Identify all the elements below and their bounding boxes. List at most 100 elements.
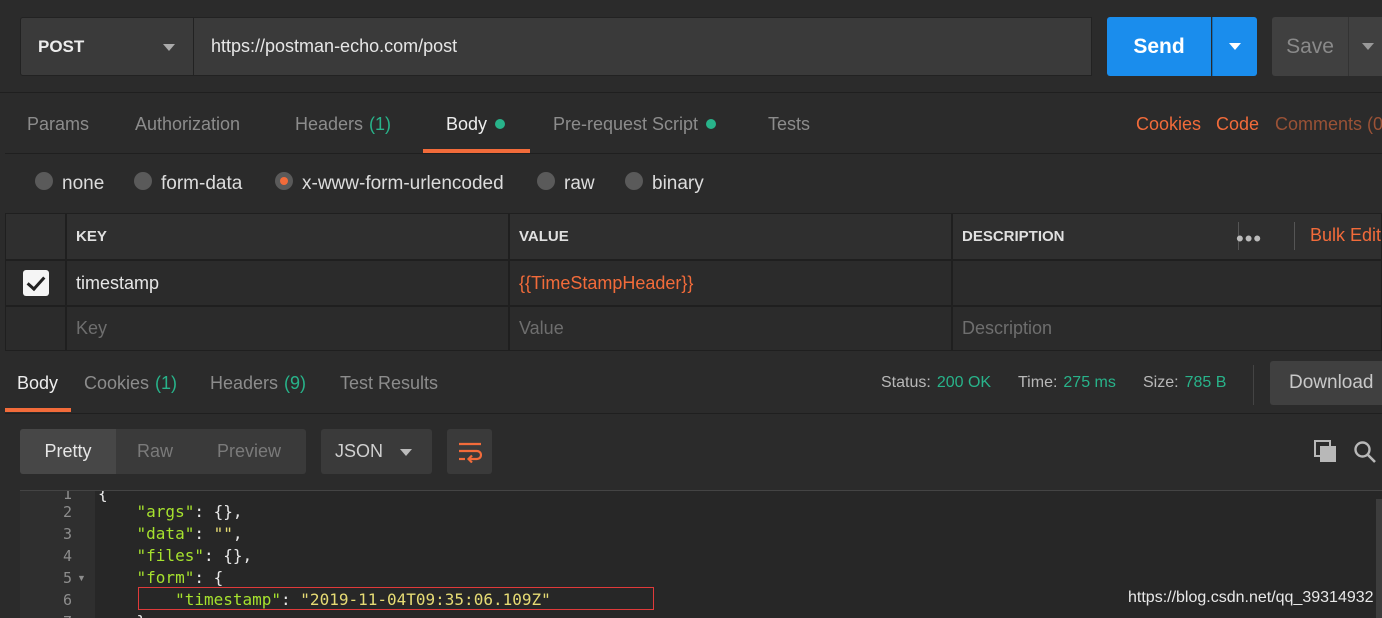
status-dot-icon	[495, 119, 506, 129]
tab-label: Test Results	[340, 372, 439, 393]
raw-view-button[interactable]: Raw	[137, 429, 173, 474]
url-input[interactable]: https://postman-echo.com/post	[194, 17, 1092, 76]
json-key: "files"	[136, 546, 204, 565]
new-key-input[interactable]: Key	[66, 306, 509, 351]
tab-tests[interactable]: Tests	[768, 94, 810, 154]
line-number: 2	[62, 503, 72, 521]
bulk-edit-link[interactable]: Bulk Edit	[1310, 225, 1381, 246]
highlight-annotation-box	[138, 587, 654, 610]
size-readout: Size: 785 B	[1143, 352, 1226, 414]
radio-circle-selected	[275, 172, 293, 190]
active-tab-indicator	[5, 408, 71, 412]
response-tabs: Body Cookies (1) Headers (9) Test Results …	[5, 352, 1382, 414]
line-number: 5	[62, 569, 72, 587]
tab-response-body[interactable]: Body	[17, 352, 58, 414]
wrap-lines-icon	[458, 442, 482, 463]
save-button[interactable]: Save	[1272, 17, 1348, 76]
divider	[1294, 222, 1295, 250]
time-value: 275 ms	[1063, 374, 1116, 391]
tab-label: Headers	[295, 113, 364, 134]
param-value-cell[interactable]: {{TimeStampHeader}}	[509, 260, 952, 306]
format-select[interactable]: JSON	[321, 429, 432, 474]
radio-raw[interactable]: raw	[537, 155, 595, 213]
json-key: "form"	[136, 568, 195, 587]
tab-headers[interactable]: Headers (1)	[295, 94, 391, 154]
param-key-cell[interactable]: timestamp	[66, 260, 509, 306]
radio-circle	[625, 172, 643, 190]
preview-view-button[interactable]: Preview	[217, 429, 281, 474]
tab-label: Tests	[768, 113, 811, 134]
code-line: "data": "",	[136, 524, 243, 543]
tab-label: Headers	[210, 372, 279, 393]
download-button[interactable]: Download	[1270, 361, 1382, 405]
radio-circle	[35, 172, 53, 190]
cookies-link[interactable]: Cookies	[1136, 94, 1201, 154]
tab-prerequest-script[interactable]: Pre-request Script	[553, 94, 717, 154]
size-label: Size:	[1143, 374, 1179, 391]
radio-circle	[134, 172, 152, 190]
radio-label: raw	[564, 173, 595, 194]
send-button[interactable]: Send	[1107, 17, 1211, 76]
radio-form-data[interactable]: form-data	[134, 155, 242, 213]
column-header-value: VALUE	[509, 213, 952, 260]
column-header-key: KEY	[66, 213, 509, 260]
send-options-button[interactable]	[1212, 17, 1257, 76]
tab-label: Params	[27, 113, 90, 134]
tab-label: Body	[17, 372, 59, 393]
radio-binary[interactable]: binary	[625, 155, 704, 213]
json-punct: : {},	[194, 502, 243, 521]
tab-test-results[interactable]: Test Results	[340, 352, 438, 414]
radio-circle	[537, 172, 555, 190]
line-number: 1	[62, 490, 72, 503]
active-tab-indicator	[423, 149, 530, 153]
code-line: "form": {	[98, 568, 224, 587]
new-value-input[interactable]: Value	[509, 306, 952, 351]
tab-label: Body	[446, 113, 488, 134]
more-options-icon[interactable]: •••	[1236, 226, 1262, 252]
request-tabs: Params Authorization Headers (1) Body Pre…	[5, 94, 1382, 154]
json-punct: },	[137, 612, 156, 618]
method-select[interactable]: POST	[20, 17, 194, 76]
tab-response-cookies[interactable]: Cookies (1)	[84, 352, 177, 414]
pretty-view-button[interactable]: Pretty	[20, 429, 116, 474]
body-type-radios: none form-data x-www-form-urlencoded raw…	[5, 155, 1382, 213]
radio-none[interactable]: none	[35, 155, 104, 213]
status-readout: Status: 200 OK	[881, 352, 991, 414]
line-number: 3	[62, 525, 72, 543]
fold-toggle-icon[interactable]: ▼	[77, 573, 86, 583]
request-bar: POST https://postman-echo.com/post Send …	[0, 0, 1382, 93]
json-key: "data"	[136, 524, 195, 543]
json-punct: : {},	[203, 546, 253, 565]
code-line: "files": {},	[98, 546, 253, 565]
json-punct: ,	[232, 524, 243, 543]
status-dot-icon	[706, 119, 717, 129]
header-checkbox-column	[5, 213, 66, 260]
radio-label: form-data	[161, 173, 243, 194]
search-icon[interactable]	[1353, 440, 1377, 464]
comments-link[interactable]: Comments (0	[1275, 94, 1382, 154]
chevron-down-icon	[400, 449, 412, 456]
chevron-down-icon	[163, 44, 175, 51]
code-link[interactable]: Code	[1216, 94, 1259, 154]
tab-params[interactable]: Params	[27, 94, 89, 154]
json-punct: : {	[194, 568, 224, 587]
radio-label: x-www-form-urlencoded	[302, 173, 504, 194]
new-description-input[interactable]: Description	[952, 306, 1382, 351]
copy-icon[interactable]	[1314, 440, 1338, 464]
tab-label: Cookies	[84, 372, 150, 393]
size-value: 785 B	[1184, 374, 1227, 391]
tab-authorization[interactable]: Authorization	[135, 94, 240, 154]
wrap-lines-button[interactable]	[447, 429, 492, 474]
param-description-cell[interactable]	[952, 260, 1382, 306]
table-row-checkbox-cell	[5, 260, 66, 306]
chevron-down-icon	[1362, 43, 1374, 50]
line-number: 6	[62, 591, 72, 609]
radio-urlencoded[interactable]: x-www-form-urlencoded	[275, 155, 504, 213]
tab-response-headers[interactable]: Headers (9)	[210, 352, 306, 414]
vertical-scrollbar[interactable]	[1376, 499, 1382, 618]
status-value: 200 OK	[936, 374, 992, 391]
code-line: },	[98, 612, 156, 618]
save-options-button[interactable]	[1348, 17, 1382, 76]
tab-body[interactable]: Body	[446, 94, 506, 154]
row-checkbox[interactable]	[22, 270, 49, 296]
